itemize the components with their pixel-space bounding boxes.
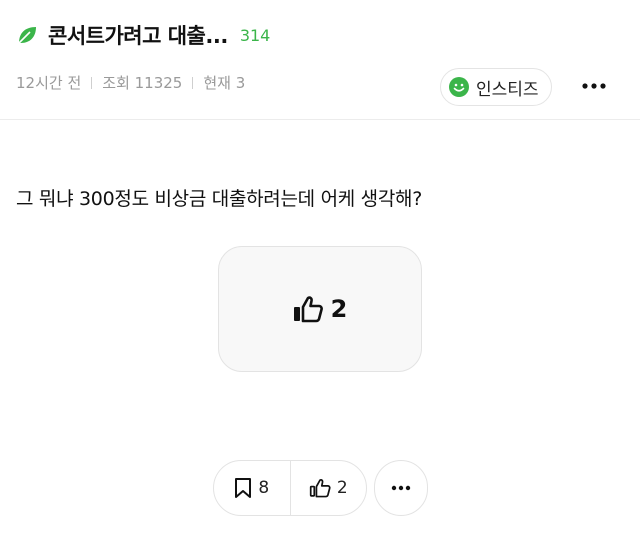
post-time: 12시간 전 [16,74,82,92]
post-title: 콘서트가려고 대출... [48,24,228,48]
post-header: 콘서트가려고 대출... 314 12시간 전 조회 11325 현재 3 인스… [0,0,640,120]
more-options-button[interactable] [580,72,608,100]
title-row: 콘서트가려고 대출... 314 [16,18,270,52]
post-meta: 12시간 전 조회 11325 현재 3 [16,72,245,93]
like-button[interactable]: 2 [291,461,367,515]
meta-divider [192,76,194,89]
like-count: 2 [336,478,348,498]
post-body: 그 뭐냐 300정도 비상금 대출하려는데 어케 생각해? [16,188,423,210]
board-chip[interactable]: 인스티즈 [440,68,552,106]
more-dots-icon [391,485,411,491]
post-actions: 8 2 [213,460,367,516]
bookmark-icon [235,478,252,498]
smile-icon [449,77,469,97]
thumbs-up-icon [309,479,331,498]
leaf-icon [16,24,38,46]
board-name: 인스티즈 [476,79,539,100]
like-box-count: 2 [330,295,348,323]
more-dots-icon [582,83,606,89]
bookmark-count: 8 [258,478,270,498]
meta-divider [91,76,93,89]
more-actions-button[interactable] [374,460,428,516]
view-count: 조회 11325 [102,74,183,92]
like-box-button[interactable]: 2 [218,246,422,372]
current-viewers: 현재 3 [203,74,246,92]
bookmark-button[interactable]: 8 [214,461,290,515]
comment-count[interactable]: 314 [240,26,271,45]
thumbs-up-icon [293,296,323,323]
